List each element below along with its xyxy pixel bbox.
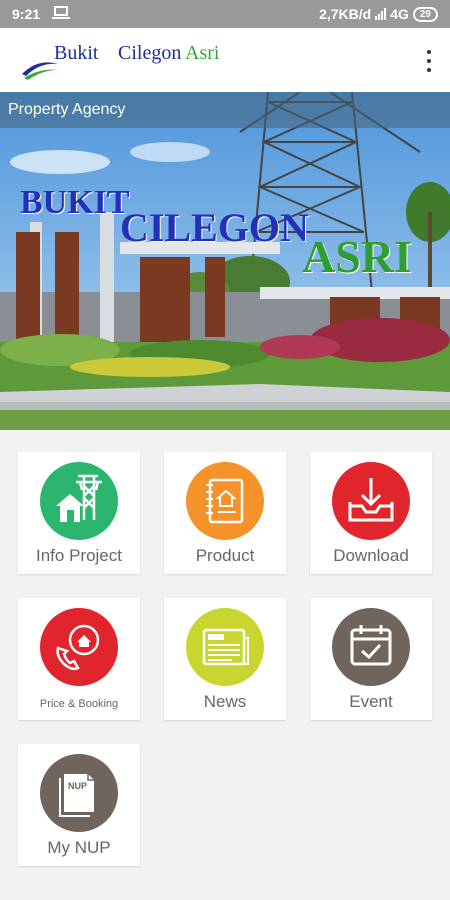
menu-item-info-project[interactable]: Info Project	[18, 452, 140, 574]
menu-item-event[interactable]: Event	[310, 598, 432, 720]
menu-item-label: Product	[195, 546, 255, 565]
menu-item-label: Price & Booking	[39, 698, 119, 710]
menu-item-label: Event	[349, 692, 393, 711]
hero-sign-word-2: CILEGON	[120, 205, 309, 250]
hero-overlay-label: Property Agency	[0, 92, 450, 128]
menu-item-label: News	[203, 692, 247, 711]
status-bar: 9:21 2,7KB/d 4G 29	[0, 0, 450, 28]
menu-dot	[427, 59, 431, 63]
screen-cast-icon	[52, 6, 70, 19]
hero-banner: Property Agency BUKIT CILEGON ASRI	[0, 92, 450, 430]
menu-item-label: Download	[333, 546, 409, 565]
newspaper-icon	[186, 608, 264, 686]
house-tower-icon	[40, 462, 118, 540]
network-speed: 2,7KB/d	[319, 6, 372, 22]
overflow-menu-button[interactable]	[424, 50, 434, 72]
menu-item-label: Info Project	[36, 546, 122, 565]
menu-item-product[interactable]: Product	[164, 452, 286, 574]
hero-sign-word-1: BUKIT	[20, 184, 130, 221]
download-tray-icon	[332, 462, 410, 540]
logo-word-1: Bukit	[54, 42, 99, 64]
hero-sign-word-3: ASRI	[302, 231, 412, 282]
notebook-icon	[186, 462, 264, 540]
status-right: 2,7KB/d 4G 29	[319, 6, 438, 22]
menu-item-news[interactable]: News	[164, 598, 286, 720]
nup-badge-text: NUP	[68, 781, 88, 791]
calendar-check-icon	[332, 608, 410, 686]
phone-house-icon	[40, 608, 118, 686]
logo-word-3: Asri	[185, 42, 220, 64]
battery-indicator: 29	[412, 6, 438, 22]
status-time: 9:21	[12, 6, 41, 22]
network-type: 4G	[390, 6, 409, 22]
nup-document-icon: NUP	[40, 754, 118, 832]
menu-dot	[427, 68, 431, 72]
app-bar: Bukit Cilegon Asri	[0, 28, 450, 92]
logo-word-2: Cilegon	[118, 42, 182, 64]
menu-item-download[interactable]: Download	[310, 452, 432, 574]
menu-item-price-booking[interactable]: Price & Booking	[18, 598, 140, 720]
menu-dot	[427, 50, 431, 54]
app-logo: Bukit Cilegon Asri	[20, 38, 220, 84]
signal-icon	[375, 8, 387, 20]
menu-item-label: My NUP	[47, 838, 111, 857]
menu-item-my-nup[interactable]: NUP My NUP	[18, 744, 140, 866]
